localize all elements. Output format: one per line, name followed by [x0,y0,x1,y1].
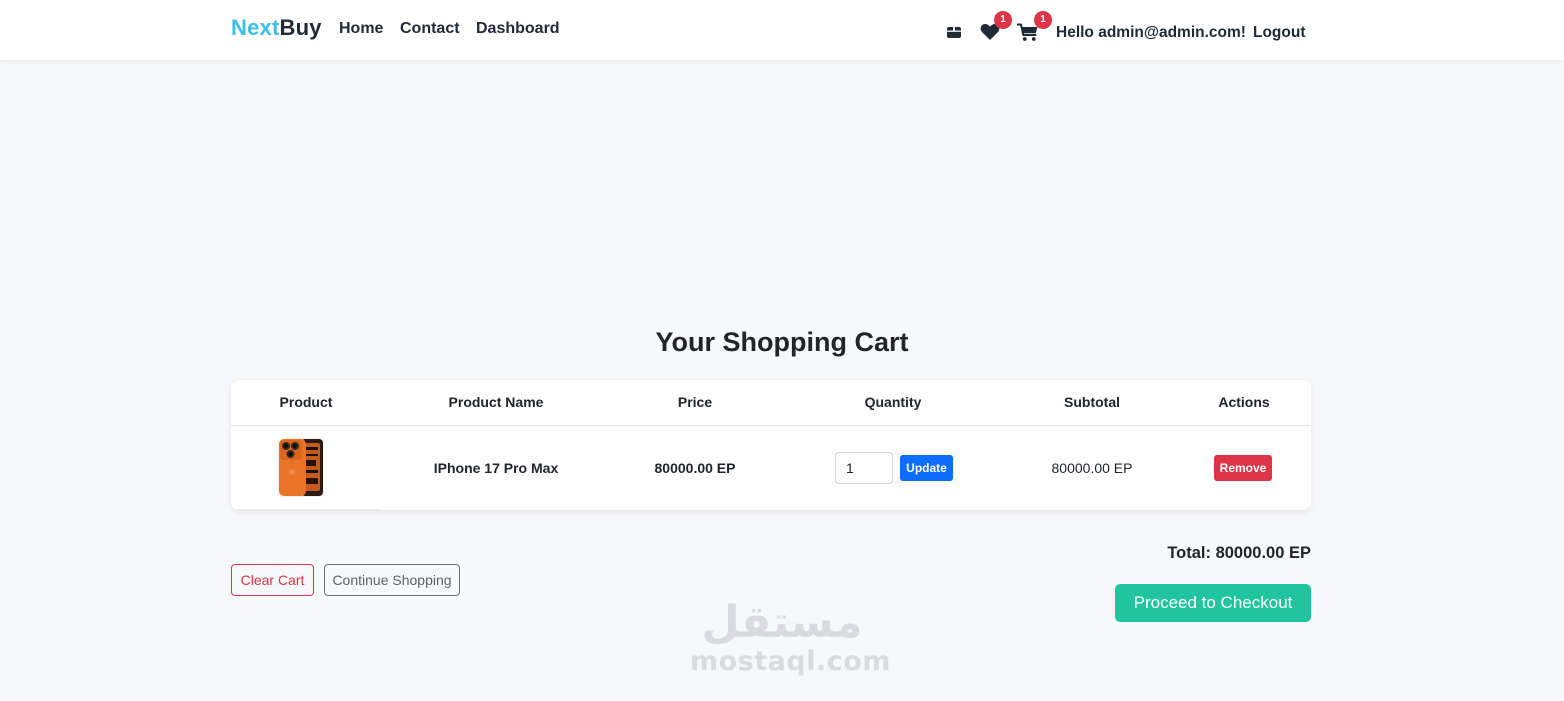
product-subtotal: 80000.00 EP [1051,460,1133,476]
checkout-button[interactable]: Proceed to Checkout [1115,584,1311,622]
product-name: IPhone 17 Pro Max [433,460,559,476]
user-greeting: Hello admin@admin.com! [1056,24,1246,41]
header-product-name: Product Name [448,394,544,410]
product-price: 80000.00 EP [654,460,736,476]
page-title: Your Shopping Cart [655,327,909,357]
nav-contact-link[interactable]: Contact [400,20,460,38]
wishlist-count-badge: 1 [994,11,1012,29]
navbar: NextBuy Home Contact Dashboard 1 1 Hello… [0,0,1564,60]
cart-table-header: Product Product Name Price Quantity Subt… [231,380,1311,426]
header-price: Price [677,394,713,410]
watermark-latin: mostaql.com [690,646,891,677]
logout-link[interactable]: Logout [1253,24,1306,42]
quantity-input[interactable] [835,452,893,484]
update-button[interactable]: Update [900,455,953,481]
table-row: IPhone 17 Pro Max 80000.00 EP Update 800… [231,426,1311,510]
header-actions: Actions [1218,394,1270,410]
watermark-arabic: مستقل [701,597,863,648]
header-subtotal: Subtotal [1064,394,1120,410]
remove-button[interactable]: Remove [1214,455,1272,481]
cart-table: Product Product Name Price Quantity Subt… [231,380,1311,510]
brand-first: Next [231,15,280,40]
cart-count-badge: 1 [1034,11,1052,29]
header-quantity: Quantity [864,394,922,410]
product-image [278,438,324,497]
row-divider [231,509,381,510]
brand-second: Buy [279,15,322,40]
nav-dashboard-link[interactable]: Dashboard [476,20,560,38]
watermark: مستقل mostaql.com [690,597,891,677]
brand-logo[interactable]: NextBuy [231,15,322,41]
continue-shopping-button[interactable]: Continue Shopping [324,564,460,596]
header-product: Product [279,394,333,410]
box-icon[interactable] [946,24,962,40]
nav-home-link[interactable]: Home [339,20,383,38]
cart-total: Total: 80000.00 EP [1167,544,1311,562]
clear-cart-button[interactable]: Clear Cart [231,564,314,596]
